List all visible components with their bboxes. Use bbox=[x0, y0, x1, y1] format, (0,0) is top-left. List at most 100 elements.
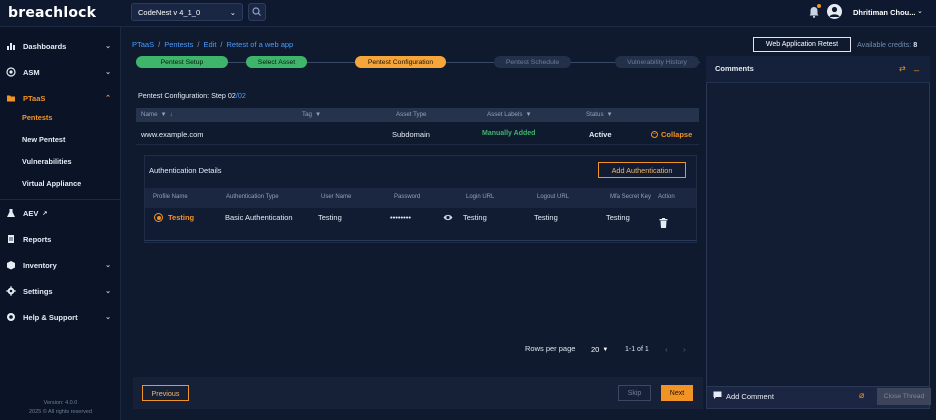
notification-dot bbox=[817, 4, 821, 8]
step-total: /02 bbox=[235, 91, 246, 100]
skip-button[interactable]: Skip bbox=[618, 385, 651, 401]
chevron-down-icon: ⌄ bbox=[105, 43, 111, 50]
auth-profile-radio[interactable]: Testing bbox=[154, 213, 194, 222]
box-icon bbox=[6, 260, 16, 270]
sidebar-subitem-virtual-appliance[interactable]: Virtual Appliance bbox=[22, 179, 81, 188]
auth-col-mfa-secret: Mfa Secret Key bbox=[610, 194, 652, 200]
sidebar-item-label: ASM bbox=[23, 67, 40, 77]
add-comment-input[interactable]: Add Comment bbox=[713, 391, 774, 402]
section-title-text: Pentest Configuration: Step 02 bbox=[138, 91, 236, 100]
column-header-label: Status bbox=[586, 111, 604, 118]
flask-icon bbox=[6, 208, 16, 218]
add-authentication-button[interactable]: Add Authentication bbox=[598, 162, 686, 178]
column-header-name[interactable]: Name ▼ ↓ bbox=[141, 111, 173, 118]
minimize-icon[interactable]: _ bbox=[914, 61, 919, 71]
collapse-button[interactable]: – Collapse bbox=[651, 130, 692, 139]
step-vulnerability-history[interactable]: Vulnerability History bbox=[615, 56, 699, 68]
radio-selected-icon bbox=[154, 213, 163, 222]
folder-icon bbox=[6, 93, 16, 103]
sidebar-item-label: Reports bbox=[23, 234, 52, 244]
project-select[interactable]: CodeNest v 4_1_0 ⌄ bbox=[131, 3, 243, 21]
user-icon bbox=[829, 6, 840, 17]
auth-col-auth-type: Authentication Type bbox=[226, 194, 279, 200]
sidebar-item-aev[interactable]: AEV ↗ bbox=[0, 204, 121, 222]
sidebar-item-label: Help & Support bbox=[23, 312, 78, 322]
column-header-asset-type[interactable]: Asset Type bbox=[396, 111, 427, 118]
filter-icon[interactable]: ▼ bbox=[525, 111, 531, 118]
breadcrumb-separator: / bbox=[197, 40, 200, 49]
sidebar-subitem-vulnerabilities[interactable]: Vulnerabilities bbox=[22, 157, 72, 166]
auth-type-value: Basic Authentication bbox=[225, 213, 293, 222]
sidebar-subitem-new-pentest[interactable]: New Pentest bbox=[22, 135, 65, 144]
comment-icon bbox=[713, 391, 722, 402]
user-name[interactable]: Dhritiman Chou... bbox=[853, 8, 916, 17]
sidebar-item-settings[interactable]: Settings ⌄ bbox=[0, 282, 121, 300]
previous-button[interactable]: Previous bbox=[142, 385, 189, 401]
auth-mfa-value: Testing bbox=[606, 213, 630, 222]
sidebar: Dashboards ⌄ ASM ⌄ PTaaS ⌃ Pentests New … bbox=[0, 27, 121, 420]
breadcrumb-pentests[interactable]: Pentests bbox=[164, 40, 193, 49]
step-select-asset[interactable]: Select Asset bbox=[246, 56, 307, 68]
filter-icon[interactable]: ▼ bbox=[315, 111, 321, 118]
close-thread-button[interactable]: Close Thread bbox=[877, 388, 931, 405]
step-pentest-schedule[interactable]: Pentest Schedule bbox=[494, 56, 571, 68]
avatar[interactable] bbox=[827, 4, 842, 19]
column-header-label: Asset Type bbox=[396, 111, 427, 118]
auth-logout-url-value: Testing bbox=[534, 213, 558, 222]
column-header-label: Tag bbox=[302, 111, 312, 118]
brand-logo[interactable]: breachlock bbox=[8, 5, 96, 21]
chevron-down-icon: ⌄ bbox=[105, 262, 111, 269]
sidebar-item-label: Inventory bbox=[23, 260, 57, 270]
version-text: Version: 4.0.0 bbox=[43, 400, 78, 406]
comments-title: Comments bbox=[715, 64, 754, 73]
chevron-down-icon[interactable]: ⌄ bbox=[917, 7, 923, 15]
project-select-value: CodeNest v 4_1_0 bbox=[138, 7, 201, 17]
sort-arrow-icon[interactable]: ↓ bbox=[170, 111, 173, 118]
breadcrumb-edit[interactable]: Edit bbox=[203, 40, 216, 49]
asset-type: Subdomain bbox=[392, 130, 430, 139]
step-pentest-setup[interactable]: Pentest Setup bbox=[136, 56, 228, 68]
next-button[interactable]: Next bbox=[661, 385, 693, 401]
trash-icon[interactable] bbox=[659, 218, 668, 228]
collapse-label: Collapse bbox=[661, 130, 693, 139]
auth-user-value: Testing bbox=[318, 213, 342, 222]
credits-value: 8 bbox=[913, 40, 918, 49]
web-application-retest-button[interactable]: Web Application Retest bbox=[753, 37, 851, 52]
chevron-left-icon[interactable]: ‹ bbox=[665, 345, 668, 354]
sidebar-divider bbox=[0, 199, 121, 200]
column-header-asset-labels[interactable]: Asset Labels ▼ bbox=[487, 111, 532, 118]
sidebar-item-inventory[interactable]: Inventory ⌄ bbox=[0, 256, 121, 274]
column-header-status[interactable]: Status ▼ bbox=[586, 111, 613, 118]
rows-per-page-select[interactable]: 20 ▼ bbox=[591, 345, 608, 354]
sidebar-item-ptaas[interactable]: PTaaS ⌃ bbox=[0, 89, 121, 107]
eye-icon[interactable] bbox=[443, 213, 453, 222]
breadcrumb-ptaas[interactable]: PTaaS bbox=[132, 40, 154, 49]
sidebar-item-asm[interactable]: ASM ⌄ bbox=[0, 63, 121, 81]
auth-col-action: Action bbox=[658, 194, 675, 200]
bar-chart-icon bbox=[6, 41, 16, 51]
auth-col-logout-url: Logout URL bbox=[537, 194, 570, 200]
comments-panel bbox=[706, 56, 930, 409]
sidebar-subitem-pentests[interactable]: Pentests bbox=[22, 113, 52, 122]
status-badge: Active bbox=[589, 130, 612, 139]
step-pentest-configuration[interactable]: Pentest Configuration bbox=[355, 56, 446, 68]
search-button[interactable] bbox=[248, 3, 266, 21]
chevron-right-icon[interactable]: › bbox=[683, 345, 686, 354]
swap-icon[interactable]: ⇄ bbox=[899, 64, 906, 73]
filter-icon[interactable]: ▼ bbox=[161, 111, 167, 118]
filter-icon[interactable]: ▼ bbox=[607, 111, 613, 118]
attachment-icon[interactable]: ⌀ bbox=[859, 390, 864, 401]
asset-name: www.example.com bbox=[141, 130, 204, 139]
section-title: Pentest Configuration: Step 02/02 bbox=[138, 91, 246, 100]
target-icon bbox=[6, 67, 16, 77]
column-header-tag[interactable]: Tag ▼ bbox=[302, 111, 321, 118]
auth-login-url-value: Testing bbox=[463, 213, 487, 222]
sidebar-item-help-support[interactable]: Help & Support ⌄ bbox=[0, 308, 121, 326]
sidebar-item-dashboards[interactable]: Dashboards ⌄ bbox=[0, 37, 121, 55]
chevron-down-icon: ⌄ bbox=[105, 314, 111, 321]
sidebar-item-reports[interactable]: Reports bbox=[0, 230, 121, 248]
auth-col-user-name: User Name bbox=[321, 194, 352, 200]
available-credits: Available credits: 8 bbox=[857, 40, 917, 49]
support-icon bbox=[6, 312, 16, 322]
breadcrumb-current: Retest of a web app bbox=[226, 40, 294, 49]
